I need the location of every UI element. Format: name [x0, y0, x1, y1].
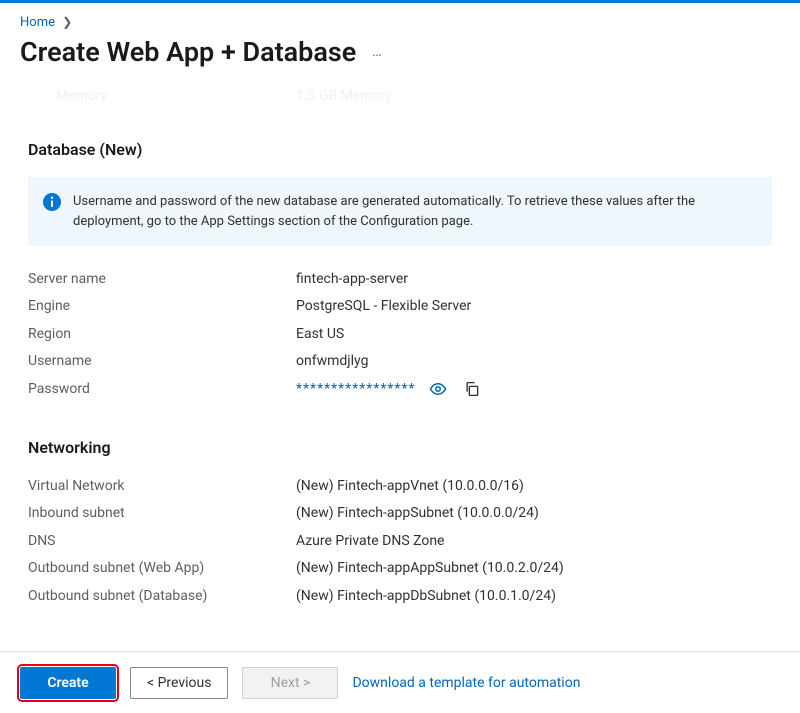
- row-outbound-webapp: Outbound subnet (Web App) (New) Fintech-…: [28, 557, 772, 579]
- row-outbound-db: Outbound subnet (Database) (New) Fintech…: [28, 585, 772, 607]
- info-banner: Username and password of the new databas…: [28, 177, 772, 246]
- value-dns: Azure Private DNS Zone: [296, 530, 444, 552]
- value-server-name: fintech-app-server: [296, 268, 408, 290]
- breadcrumb-home-link[interactable]: Home: [20, 15, 55, 30]
- download-template-link[interactable]: Download a template for automation: [352, 675, 580, 691]
- form-scroll-region[interactable]: Memory 1.5 GB Memory Database (New) User…: [0, 90, 800, 651]
- page-title: Create Web App + Database: [20, 36, 356, 68]
- value-password: *****************: [296, 378, 416, 400]
- row-server-name: Server name fintech-app-server: [28, 268, 772, 290]
- next-button: Next >: [242, 667, 338, 699]
- info-icon: [43, 193, 61, 211]
- value-engine: PostgreSQL - Flexible Server: [296, 295, 471, 317]
- section-heading-networking: Networking: [28, 438, 772, 457]
- section-heading-database: Database (New): [28, 140, 772, 159]
- label-dns: DNS: [28, 530, 296, 552]
- label-inbound-subnet: Inbound subnet: [28, 502, 296, 524]
- value-username: onfwmdjlyg: [296, 350, 368, 372]
- label-password: Password: [28, 378, 296, 400]
- label-engine: Engine: [28, 295, 296, 317]
- row-username: Username onfwmdjlyg: [28, 350, 772, 372]
- breadcrumb: Home ❯: [0, 3, 800, 34]
- more-actions-icon[interactable]: …: [372, 44, 383, 60]
- label-outbound-webapp: Outbound subnet (Web App): [28, 557, 296, 579]
- row-dns: DNS Azure Private DNS Zone: [28, 530, 772, 552]
- previous-button[interactable]: < Previous: [130, 667, 228, 699]
- create-button[interactable]: Create: [20, 667, 116, 699]
- label-outbound-db: Outbound subnet (Database): [28, 585, 296, 607]
- wizard-footer: Create < Previous Next > Download a temp…: [0, 651, 800, 713]
- value-inbound-subnet: (New) Fintech-appSubnet (10.0.0.0/24): [296, 502, 539, 524]
- value-outbound-webapp: (New) Fintech-appAppSubnet (10.0.2.0/24): [296, 557, 564, 579]
- label-region: Region: [28, 323, 296, 345]
- row-engine: Engine PostgreSQL - Flexible Server: [28, 295, 772, 317]
- row-inbound-subnet: Inbound subnet (New) Fintech-appSubnet (…: [28, 502, 772, 524]
- copy-password-icon[interactable]: [460, 378, 484, 400]
- truncated-prior-row: Memory 1.5 GB Memory: [28, 90, 772, 112]
- row-vnet: Virtual Network (New) Fintech-appVnet (1…: [28, 475, 772, 497]
- label-username: Username: [28, 350, 296, 372]
- info-banner-text: Username and password of the new databas…: [73, 192, 753, 231]
- row-password: Password *****************: [28, 378, 772, 400]
- value-region: East US: [296, 323, 344, 345]
- value-vnet: (New) Fintech-appVnet (10.0.0.0/16): [296, 475, 524, 497]
- value-outbound-db: (New) Fintech-appDbSubnet (10.0.1.0/24): [296, 585, 556, 607]
- chevron-right-icon: ❯: [62, 15, 72, 29]
- row-region: Region East US: [28, 323, 772, 345]
- reveal-password-icon[interactable]: [426, 378, 450, 400]
- label-server-name: Server name: [28, 268, 296, 290]
- label-vnet: Virtual Network: [28, 475, 296, 497]
